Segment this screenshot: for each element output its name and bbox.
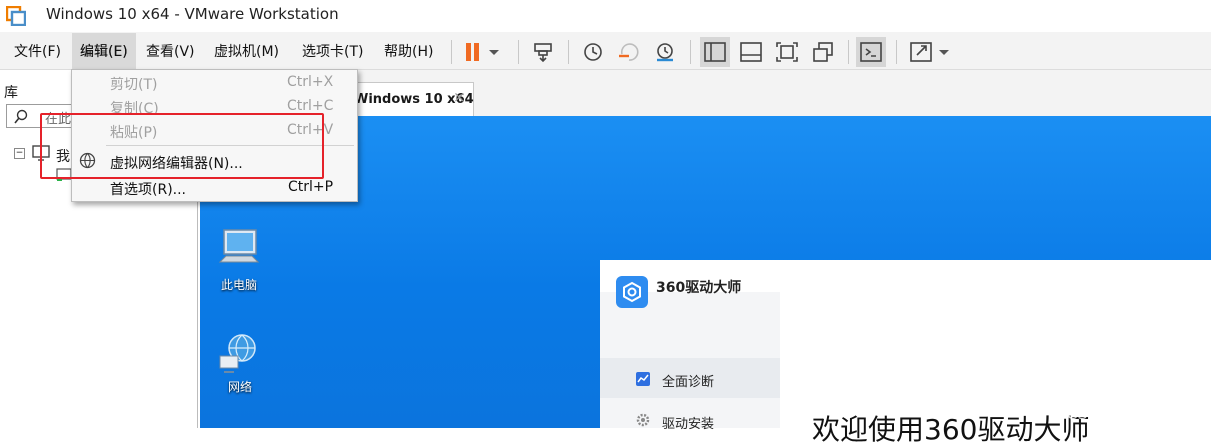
desktop-icon-label[interactable]: 网络	[228, 378, 252, 395]
diagnosis-icon	[636, 372, 650, 386]
menu-file[interactable]: 文件(F)	[14, 41, 61, 61]
toolbar-separator	[848, 40, 849, 64]
toolbar-separator	[896, 40, 897, 64]
toolbar-separator	[451, 40, 452, 64]
shortcut-cut: Ctrl+X	[287, 74, 334, 90]
menu-item-cut[interactable]: 剪切(T)	[110, 74, 157, 94]
shortcut-preferences: Ctrl+P	[288, 179, 334, 195]
app360-welcome: 欢迎使用360驱动大师	[812, 413, 1090, 446]
toolbar-separator	[690, 40, 691, 64]
toolbar-separator	[518, 40, 519, 64]
tab-close-icon[interactable]: ×	[453, 88, 466, 106]
shortcut-copy: Ctrl+C	[287, 98, 334, 114]
app360-side-item[interactable]: 驱动安装	[662, 413, 714, 432]
annotation-highlight-box	[40, 113, 324, 179]
console-icon[interactable]	[858, 40, 884, 64]
network-icon[interactable]	[218, 330, 262, 374]
send-ctrl-alt-del-icon[interactable]	[530, 40, 556, 64]
menu-edit-label[interactable]: 编辑(E)	[80, 41, 128, 61]
library-view-icon[interactable]	[702, 40, 728, 64]
watermark: CSDN @苏音资源	[1066, 404, 1197, 423]
vmware-logo-icon	[6, 6, 26, 26]
app360-logo-icon	[616, 276, 648, 308]
toolbar-separator	[568, 40, 569, 64]
window-title: Windows 10 x64 - VMware Workstation	[46, 5, 339, 23]
app360-title: 360驱动大师	[656, 280, 742, 296]
unity-icon[interactable]	[810, 40, 836, 64]
computer-icon[interactable]	[216, 226, 262, 270]
menu-tabs[interactable]: 选项卡(T)	[302, 41, 363, 61]
desktop-icon-label[interactable]: 此电脑	[221, 276, 257, 293]
tree-collapse-icon[interactable]: −	[14, 148, 25, 159]
menu-view[interactable]: 查看(V)	[146, 41, 195, 61]
menu-item-preferences[interactable]: 首选项(R)...	[110, 179, 186, 199]
search-icon	[14, 109, 28, 124]
menu-help[interactable]: 帮助(H)	[384, 41, 433, 61]
dropdown-arrow-icon[interactable]	[936, 40, 952, 64]
snapshot-icon[interactable]	[580, 40, 606, 64]
menu-bar: 文件(F) 编辑(E) 查看(V) 虚拟机(M) 选项卡(T) 帮助(H)	[0, 32, 1211, 70]
library-title: 库	[4, 85, 18, 101]
gear-icon	[636, 413, 650, 427]
thumbnail-view-icon[interactable]	[738, 40, 764, 64]
pause-icon[interactable]	[460, 40, 486, 64]
fullscreen-icon[interactable]	[774, 40, 800, 64]
app360-side-item[interactable]: 全面诊断	[662, 371, 714, 390]
title-bar: Windows 10 x64 - VMware Workstation	[0, 0, 1211, 32]
snapshot-manager-icon[interactable]	[652, 40, 678, 64]
dropdown-arrow-icon[interactable]	[486, 40, 502, 64]
stretch-icon[interactable]	[908, 40, 934, 64]
revert-snapshot-icon[interactable]	[616, 40, 642, 64]
menu-vm[interactable]: 虚拟机(M)	[214, 41, 279, 61]
